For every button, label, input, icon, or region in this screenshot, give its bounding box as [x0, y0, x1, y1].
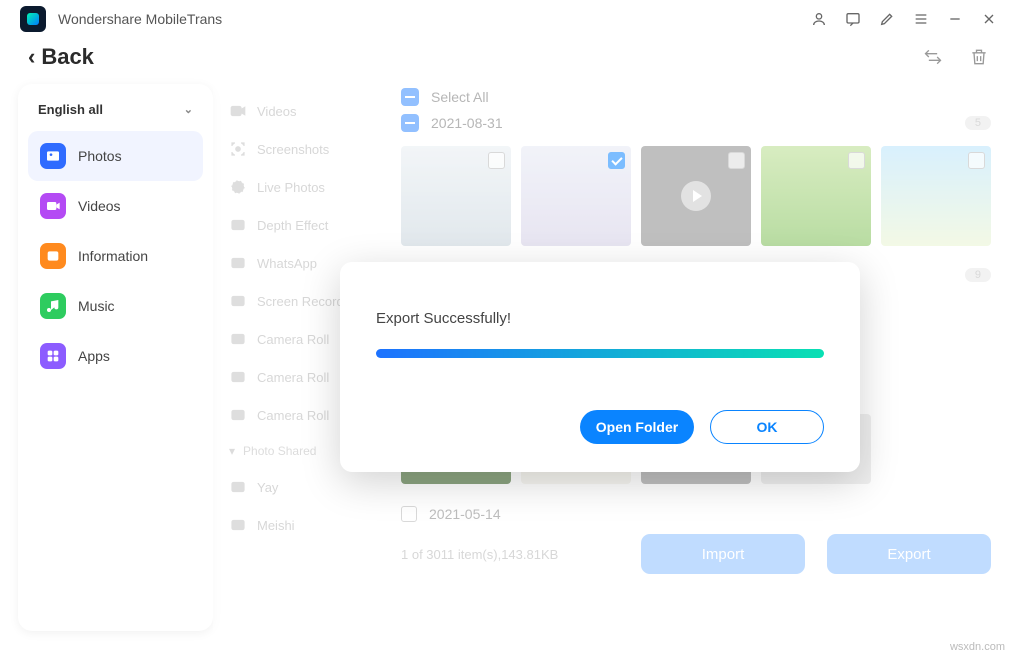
user-icon[interactable]: [811, 11, 827, 27]
sidebar: English all ⌄ Photos Videos Information …: [18, 84, 213, 631]
trash-icon[interactable]: [969, 47, 989, 67]
sidebar-item-label: Music: [78, 298, 115, 314]
open-folder-button[interactable]: Open Folder: [580, 410, 694, 444]
sidebar-item-photos[interactable]: Photos: [28, 131, 203, 181]
edit-icon[interactable]: [879, 11, 895, 27]
watermark: wsxdn.com: [950, 641, 1005, 653]
export-success-modal: Export Successfully! Open Folder OK: [340, 262, 860, 472]
sidebar-item-label: Videos: [78, 198, 121, 214]
progress-bar: [376, 349, 824, 358]
videos-icon: [40, 193, 66, 219]
back-button[interactable]: ‹ Back: [28, 44, 94, 70]
sidebar-item-information[interactable]: Information: [28, 231, 203, 281]
modal-title: Export Successfully!: [376, 310, 824, 327]
info-icon: [40, 243, 66, 269]
photos-icon: [40, 143, 66, 169]
toolbar: ‹ Back: [0, 38, 1017, 84]
apps-icon: [40, 343, 66, 369]
close-icon[interactable]: [981, 11, 997, 27]
sidebar-item-apps[interactable]: Apps: [28, 331, 203, 381]
ok-button[interactable]: OK: [710, 410, 824, 444]
music-icon: [40, 293, 66, 319]
sidebar-item-label: Apps: [78, 348, 110, 364]
chat-icon[interactable]: [845, 11, 861, 27]
chevron-down-icon: ⌄: [184, 103, 193, 116]
app-logo: [20, 6, 46, 32]
refresh-icon[interactable]: [923, 47, 943, 67]
menu-icon[interactable]: [913, 11, 929, 27]
window-controls: [811, 11, 997, 27]
sidebar-dropdown-label: English all: [38, 102, 103, 117]
titlebar: Wondershare MobileTrans: [0, 0, 1017, 38]
back-label: Back: [41, 44, 94, 70]
sidebar-dropdown[interactable]: English all ⌄: [28, 98, 203, 131]
sidebar-item-music[interactable]: Music: [28, 281, 203, 331]
sidebar-item-videos[interactable]: Videos: [28, 181, 203, 231]
minimize-icon[interactable]: [947, 11, 963, 27]
chevron-left-icon: ‹: [28, 44, 35, 70]
toolbar-actions: [923, 47, 989, 67]
app-title: Wondershare MobileTrans: [58, 11, 222, 27]
sidebar-item-label: Photos: [78, 148, 122, 164]
sidebar-item-label: Information: [78, 248, 148, 264]
